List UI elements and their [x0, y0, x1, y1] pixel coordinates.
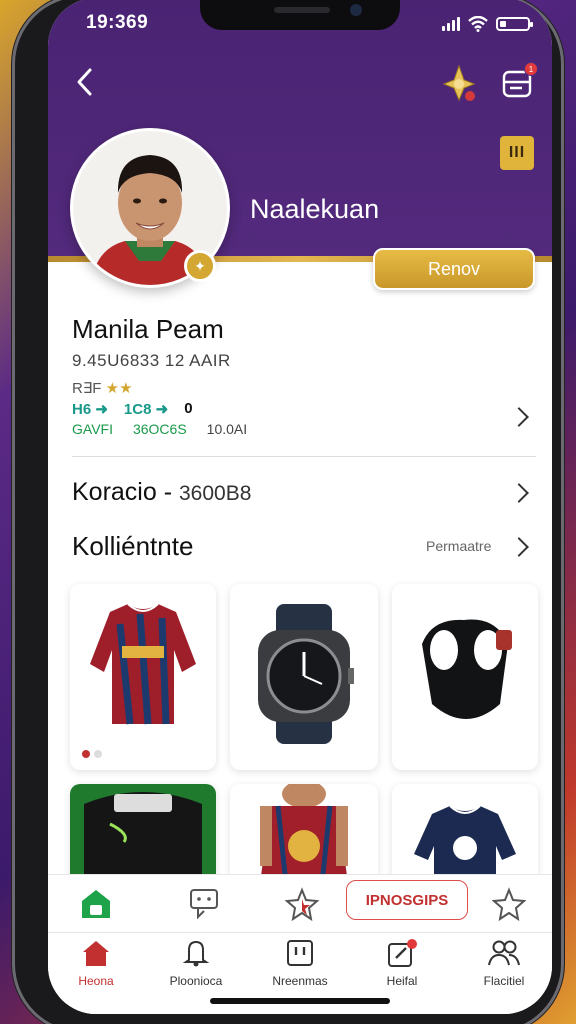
trophy-icon	[442, 64, 476, 102]
product-card-jersey-navy[interactable]	[392, 784, 538, 884]
shoulder-pad-image	[422, 619, 512, 719]
collection-chevron-icon[interactable]	[509, 537, 529, 557]
nav-edit-label: Heifal	[386, 974, 418, 988]
wallet-icon[interactable]	[78, 887, 114, 921]
stat-label-2: 36OC6S	[132, 421, 187, 437]
back-button[interactable]	[66, 64, 102, 100]
front-camera	[350, 4, 362, 16]
stat-2: 1C8 ➜	[123, 401, 169, 418]
notifications-button[interactable]: 1	[500, 62, 538, 100]
koracio-label: Koracio -	[72, 478, 173, 506]
signal-icon	[442, 17, 460, 31]
jersey-image	[90, 603, 196, 725]
stat-label-1: GAVFI	[72, 421, 113, 437]
product-card-bag[interactable]	[70, 784, 216, 884]
menu-button[interactable]: III	[500, 136, 534, 170]
product-card-jersey[interactable]	[70, 584, 216, 770]
wifi-icon	[468, 16, 488, 32]
nav-people[interactable]: Flacitiel	[464, 938, 544, 988]
edit-icon	[388, 939, 417, 967]
nav-matches[interactable]: Nreenmas	[260, 938, 340, 988]
product-card-pad[interactable]	[392, 584, 538, 770]
notch	[200, 0, 400, 30]
watch-image	[258, 604, 354, 744]
speaker	[274, 7, 330, 13]
battery-icon	[496, 17, 533, 31]
nav-people-label: Flacitiel	[483, 974, 525, 988]
bell-icon	[182, 940, 210, 967]
rating: R∃F ★★	[72, 379, 133, 397]
chat-icon[interactable]	[188, 887, 220, 921]
notification-badge: 1	[524, 62, 538, 76]
achievement-button[interactable]	[440, 64, 478, 104]
status-icons	[442, 16, 533, 32]
koracio-row[interactable]: Koracio - 3600B8	[72, 478, 251, 507]
koracio-chevron-icon[interactable]	[509, 483, 529, 503]
star-rating: ★★	[105, 380, 133, 397]
stat-label-3: 10.0AI	[206, 421, 248, 437]
team-subtitle: 9.45U6833 12 AAIR	[72, 351, 231, 370]
bag-image	[70, 784, 216, 884]
product-card-watch[interactable]	[230, 584, 378, 770]
home-indicator[interactable]	[210, 998, 390, 1004]
verified-badge: ✦	[184, 250, 216, 282]
nav-edit[interactable]: Heifal	[362, 938, 442, 988]
stat-1: H6 ➜	[72, 401, 108, 418]
favorite-star-icon[interactable]	[284, 887, 320, 921]
stats-labels: GAVFI 36OC6S 10.0AI	[72, 421, 247, 437]
jersey-2-image	[260, 784, 348, 884]
people-icon	[488, 940, 520, 966]
app-screen: 19:369 1 III ✦ Naalekuan Renov Manila Pe…	[48, 0, 552, 1014]
nav-notifications-label: Ploonioca	[169, 974, 223, 988]
chevron-left-icon	[77, 68, 92, 96]
collection-see-all[interactable]: Permaatre	[426, 538, 491, 554]
status-time: 19:369	[86, 12, 149, 33]
grid-icon	[287, 940, 313, 966]
promo-button[interactable]: IPNOSGIPS	[346, 880, 468, 920]
nav-notifications[interactable]: Ploonioca	[156, 938, 236, 988]
action-bar	[48, 874, 552, 932]
stats-row: H6 ➜ 1C8 ➜ 0	[72, 400, 193, 418]
profile-name: Naalekuan	[250, 194, 380, 224]
nav-home[interactable]: Heona	[56, 938, 136, 988]
stat-3: 0	[184, 400, 193, 417]
phone-frame: 19:369 1 III ✦ Naalekuan Renov Manila Pe…	[12, 0, 564, 1024]
koracio-value: 3600B8	[179, 482, 252, 505]
jersey-navy-image	[414, 805, 516, 884]
star-outline-icon[interactable]	[492, 887, 526, 921]
nav-home-label: Heona	[78, 974, 114, 988]
rating-label: R∃F	[72, 380, 102, 397]
carousel-dots	[82, 750, 102, 758]
nav-matches-label: Nreenmas	[272, 974, 328, 988]
renew-button[interactable]: Renov	[373, 248, 535, 290]
team-details-chevron-icon[interactable]	[509, 407, 529, 427]
divider	[72, 456, 536, 457]
home-icon	[83, 941, 109, 966]
product-card-jersey-2[interactable]	[230, 784, 378, 884]
collection-title: Kolliéntnte	[72, 531, 194, 561]
team-title: Manila Peam	[72, 314, 224, 344]
